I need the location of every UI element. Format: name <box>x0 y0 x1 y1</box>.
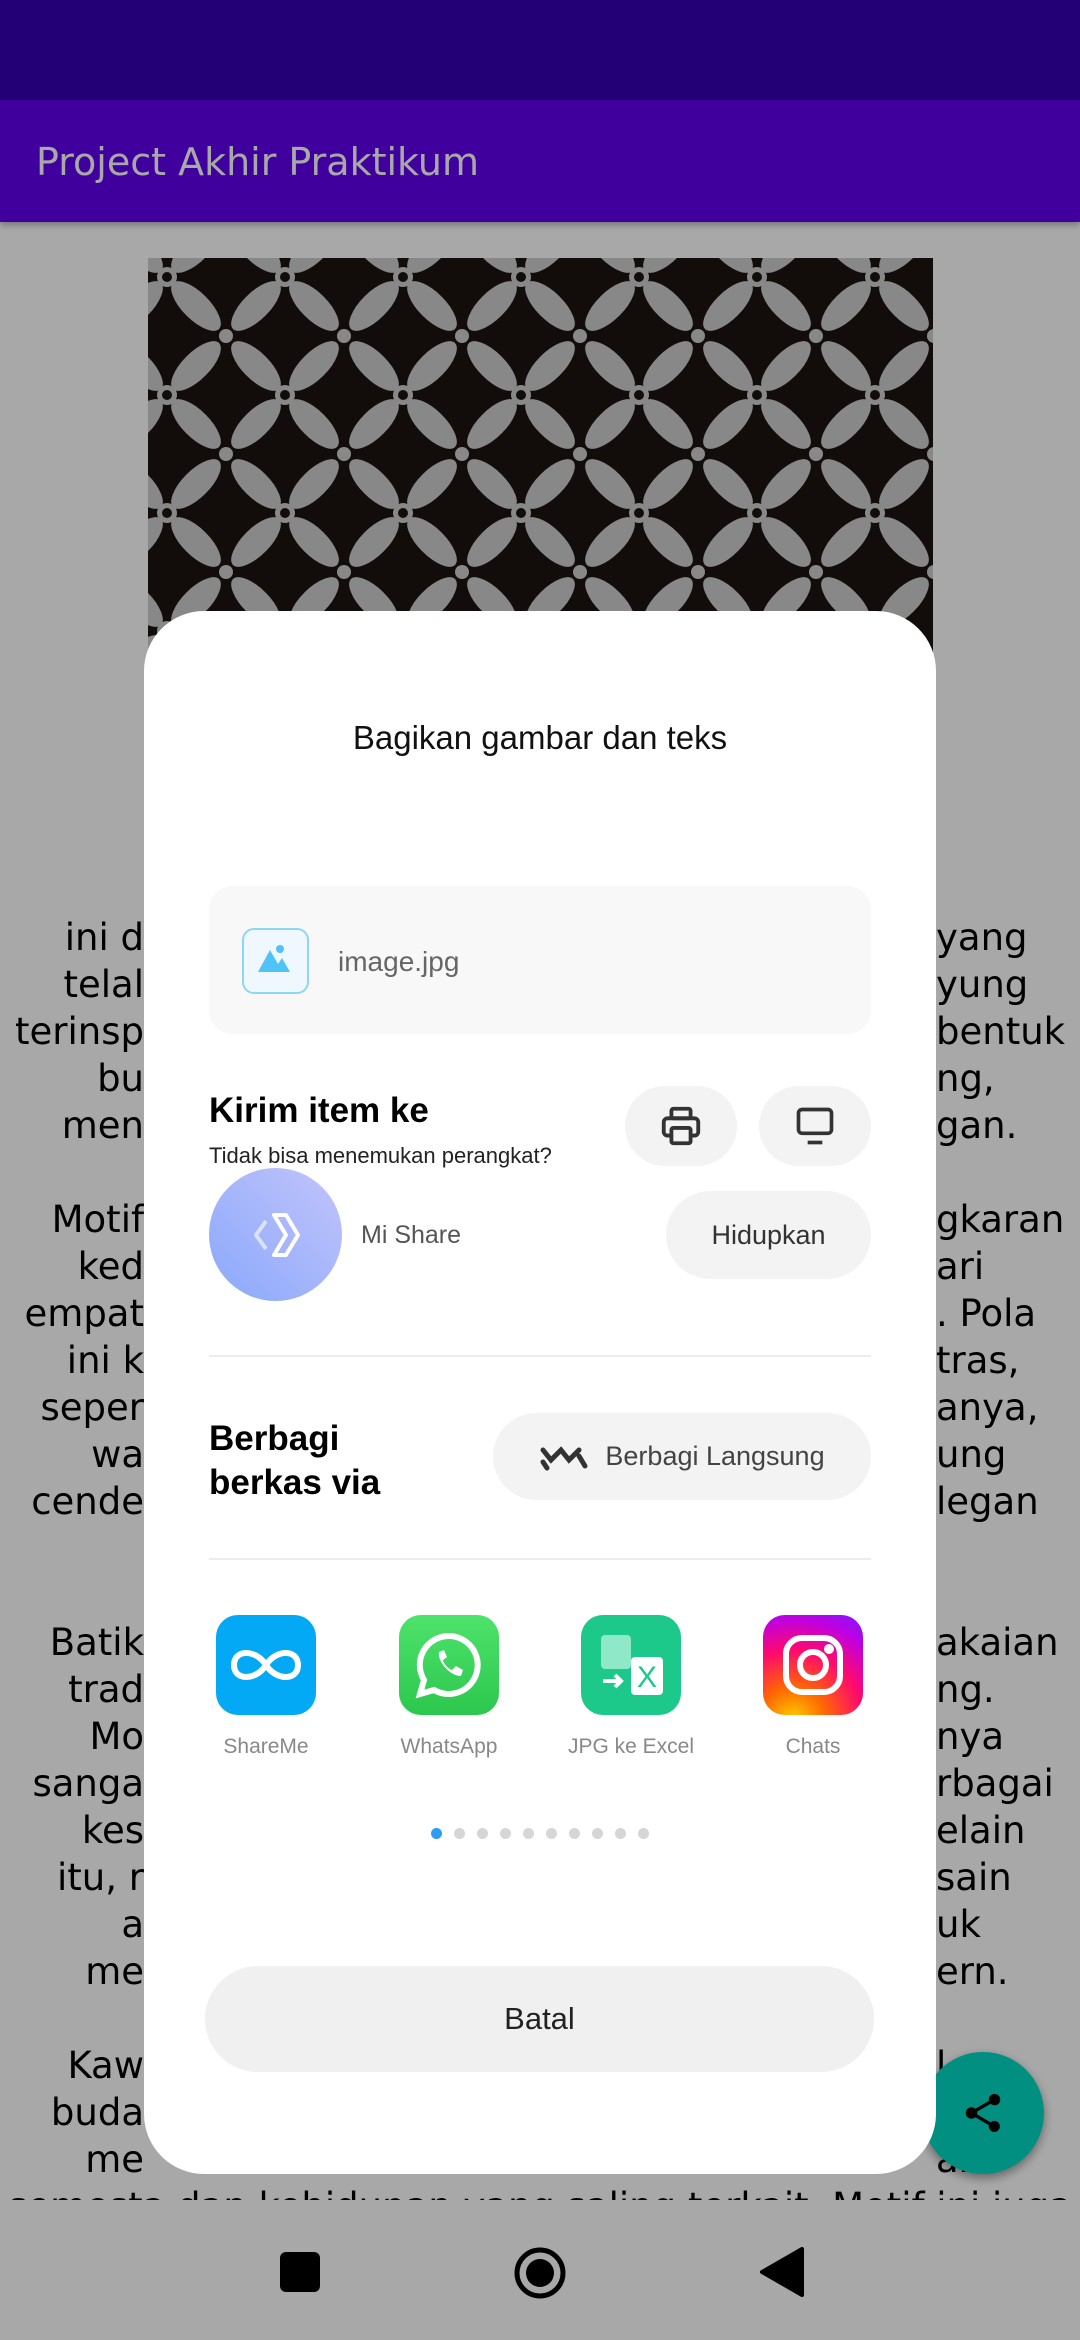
cant-find-device-link[interactable]: Tidak bisa menemukan perangkat? <box>209 1143 552 1169</box>
monitor-icon <box>796 1107 834 1145</box>
app-instagram-chats[interactable]: Chats <box>723 1615 903 1759</box>
page-dot[interactable] <box>546 1828 557 1839</box>
printer-icon <box>661 1106 701 1146</box>
page-dot[interactable] <box>431 1828 442 1839</box>
divider <box>209 1558 871 1560</box>
divider <box>209 1355 871 1357</box>
cancel-button[interactable]: Batal <box>205 1966 874 2072</box>
share-dialog: Bagikan gambar dan teks image.jpg Kirim … <box>144 611 936 2174</box>
mi-share-icon[interactable] <box>209 1168 342 1301</box>
page-dot[interactable] <box>523 1828 534 1839</box>
app-label: WhatsApp <box>400 1735 498 1758</box>
app-jpg-to-excel[interactable]: X JPG ke Excel <box>541 1615 721 1759</box>
app-whatsapp[interactable]: WhatsApp <box>359 1615 539 1759</box>
dialog-title: Bagikan gambar dan teks <box>352 719 728 756</box>
image-icon <box>242 928 309 994</box>
page-dot[interactable] <box>592 1828 603 1839</box>
shareme-icon <box>216 1615 316 1715</box>
page-dot[interactable] <box>569 1828 580 1839</box>
direct-share-icon <box>540 1445 588 1470</box>
app-label: Chats <box>785 1735 841 1758</box>
instagram-icon <box>763 1615 863 1715</box>
page-dot[interactable] <box>454 1828 465 1839</box>
app-shareme[interactable]: ShareMe <box>176 1615 356 1759</box>
direct-share-button[interactable]: Berbagi Langsung <box>493 1413 871 1500</box>
share-via-title: Berbagi berkas via <box>209 1419 381 1502</box>
turn-on-button[interactable]: Hidupkan <box>666 1191 871 1279</box>
send-to-title: Kirim item ke <box>209 1091 429 1130</box>
print-button[interactable] <box>625 1086 737 1166</box>
mi-share-label: Mi Share <box>361 1221 462 1249</box>
svg-text:X: X <box>637 1661 657 1694</box>
page-dot[interactable] <box>638 1828 649 1839</box>
jpg-to-excel-icon: X <box>581 1615 681 1715</box>
file-card: image.jpg <box>209 886 871 1034</box>
cast-screen-button[interactable] <box>759 1086 871 1166</box>
file-name: image.jpg <box>338 946 460 977</box>
app-label: ShareMe <box>223 1735 309 1758</box>
page-dot[interactable] <box>477 1828 488 1839</box>
page-dot[interactable] <box>615 1828 626 1839</box>
page-indicator <box>144 1828 936 1839</box>
page-dot[interactable] <box>500 1828 511 1839</box>
whatsapp-icon <box>399 1615 499 1715</box>
app-label: JPG ke Excel <box>567 1735 695 1758</box>
direct-share-label: Berbagi Langsung <box>605 1441 825 1471</box>
